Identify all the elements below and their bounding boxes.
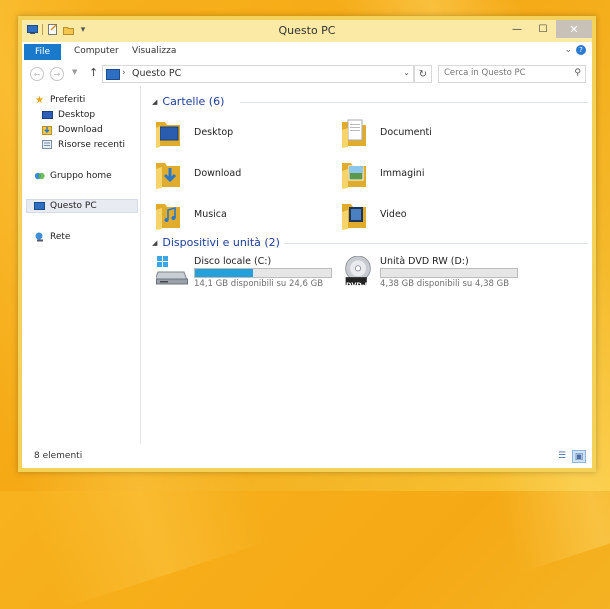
drive-usage-bar <box>380 268 518 278</box>
expand-ribbon-icon[interactable]: ⌄ <box>564 45 572 55</box>
drive-free-space: 14,1 GB disponibili su 24,6 GB <box>194 279 324 289</box>
search-input[interactable] <box>444 68 564 78</box>
folder-label: Desktop <box>194 126 234 138</box>
breadcrumb-questo-pc[interactable]: Questo PC <box>132 68 181 79</box>
group-divider <box>284 243 588 244</box>
status-bar: 8 elementi ☰ ▣ <box>22 444 592 468</box>
folder-download[interactable]: Download <box>154 157 241 189</box>
sidebar-item-label: Risorse recenti <box>58 140 125 150</box>
folders-group-title: Cartelle (6) <box>162 95 225 108</box>
drive-d[interactable]: DVD-R Unità DVD RW (D:) 4,38 GB disponib… <box>342 256 532 290</box>
computer-icon <box>34 201 45 211</box>
forward-button[interactable]: → <box>50 67 64 81</box>
folder-label: Documenti <box>380 126 432 138</box>
tab-file[interactable]: File <box>24 44 61 60</box>
help-button[interactable]: ? <box>576 45 586 55</box>
video-folder-icon <box>342 204 366 230</box>
refresh-icon: ↻ <box>418 68 428 80</box>
sidebar-item-label: Desktop <box>58 110 96 120</box>
address-bar[interactable]: › Questo PC ⌄ <box>102 65 414 83</box>
window-body: ▾ Questo PC — ☐ ✕ File Computer Visualiz… <box>22 20 592 468</box>
collapse-arrow-icon: ◢ <box>152 97 158 106</box>
folder-immagini[interactable]: Immagini <box>340 157 424 189</box>
folder-musica[interactable]: Musica <box>154 198 227 230</box>
collapse-arrow-icon: ◢ <box>152 238 158 247</box>
sidebar-item-questo-pc[interactable]: Questo PC <box>26 199 138 213</box>
folder-label: Download <box>194 167 242 179</box>
chevron-down-icon[interactable]: ⌄ <box>403 68 410 77</box>
network-icon <box>34 232 45 242</box>
sidebar-item-label: Gruppo home <box>50 171 112 181</box>
sidebar-item-download[interactable]: Download <box>42 123 103 137</box>
ribbon-tabs: File Computer Visualizza ⌄ ? <box>22 42 592 61</box>
item-count: 8 elementi <box>34 451 83 461</box>
arrow-left-icon: ← <box>33 69 41 79</box>
sidebar-item-desktop[interactable]: Desktop <box>42 108 95 122</box>
details-view-button[interactable]: ☰ <box>556 450 568 461</box>
explorer-window: ▾ Questo PC — ☐ ✕ File Computer Visualiz… <box>18 16 596 472</box>
large-icons-view-icon: ▣ <box>574 451 584 462</box>
folder-label: Musica <box>194 208 227 220</box>
homegroup-icon <box>34 171 45 181</box>
sidebar-item-gruppo-home[interactable]: Gruppo home <box>34 169 112 183</box>
drive-c[interactable]: Disco locale (C:) 14,1 GB disponibili su… <box>156 256 346 290</box>
sidebar-item-label: Download <box>58 125 103 135</box>
navigation-pane: ★ Preferiti Desktop Download Risorse rec… <box>22 86 141 444</box>
details-view-icon: ☰ <box>557 450 567 461</box>
folder-video[interactable]: Video <box>340 198 407 230</box>
drive-usage-fill <box>195 269 254 277</box>
refresh-button[interactable]: ↻ <box>414 65 432 83</box>
sidebar-item-label: Preferiti <box>50 95 86 105</box>
desktop-folder-icon <box>156 122 180 148</box>
pictures-folder-icon <box>342 163 366 189</box>
dvd-badge: DVD-R <box>346 281 370 289</box>
group-divider <box>240 102 588 103</box>
breadcrumb-separator[interactable]: › <box>122 68 126 78</box>
title-bar: ▾ Questo PC — ☐ ✕ <box>22 20 592 42</box>
download-folder-icon <box>42 125 53 135</box>
sidebar-item-preferiti[interactable]: ★ Preferiti <box>34 93 85 107</box>
sidebar-item-label: Rete <box>50 232 71 242</box>
folder-label: Video <box>380 208 407 220</box>
large-icons-view-button[interactable]: ▣ <box>572 450 586 463</box>
search-box[interactable]: ⚲ <box>438 65 586 83</box>
content-pane: ◢ Cartelle (6) Desktop Documenti Downloa… <box>142 86 592 444</box>
tab-computer[interactable]: Computer <box>74 46 119 56</box>
search-icon[interactable]: ⚲ <box>574 68 581 78</box>
music-folder-icon <box>156 204 180 230</box>
drive-usage-bar <box>194 268 332 278</box>
back-button[interactable]: ← <box>30 67 44 81</box>
drive-name: Unità DVD RW (D:) <box>380 256 469 267</box>
folder-desktop[interactable]: Desktop <box>154 116 233 148</box>
local-disk-icon <box>156 256 188 285</box>
close-button[interactable]: ✕ <box>556 20 592 38</box>
devices-group-header[interactable]: ◢ Dispositivi e unità (2) <box>152 236 280 249</box>
arrow-right-icon: → <box>53 69 61 79</box>
computer-icon <box>106 69 120 80</box>
star-icon: ★ <box>35 94 44 106</box>
sidebar-item-risorse-recenti[interactable]: Risorse recenti <box>42 138 125 152</box>
drive-name: Disco locale (C:) <box>194 256 272 267</box>
sidebar-item-rete[interactable]: Rete <box>34 230 70 244</box>
maximize-button[interactable]: ☐ <box>530 20 556 38</box>
navigation-bar: ← → ▼ ↑ › Questo PC ⌄ ↻ ⚲ <box>22 60 592 86</box>
download-folder-icon <box>156 163 180 189</box>
tab-visualizza[interactable]: Visualizza <box>132 46 176 56</box>
recent-locations-dropdown[interactable]: ▼ <box>72 68 77 76</box>
devices-group-title: Dispositivi e unità (2) <box>162 236 280 249</box>
recent-places-icon <box>42 140 53 150</box>
folders-group-header[interactable]: ◢ Cartelle (6) <box>152 95 224 108</box>
minimize-button[interactable]: — <box>504 20 530 38</box>
up-button[interactable]: ↑ <box>89 66 98 79</box>
documents-folder-icon <box>342 119 366 148</box>
desktop-icon <box>42 110 53 120</box>
window-controls: — ☐ ✕ <box>504 20 592 38</box>
folder-documenti[interactable]: Documenti <box>340 116 432 148</box>
folder-label: Immagini <box>380 167 425 179</box>
drive-free-space: 4,38 GB disponibili su 4,38 GB <box>380 279 510 289</box>
sidebar-item-label: Questo PC <box>50 201 97 211</box>
